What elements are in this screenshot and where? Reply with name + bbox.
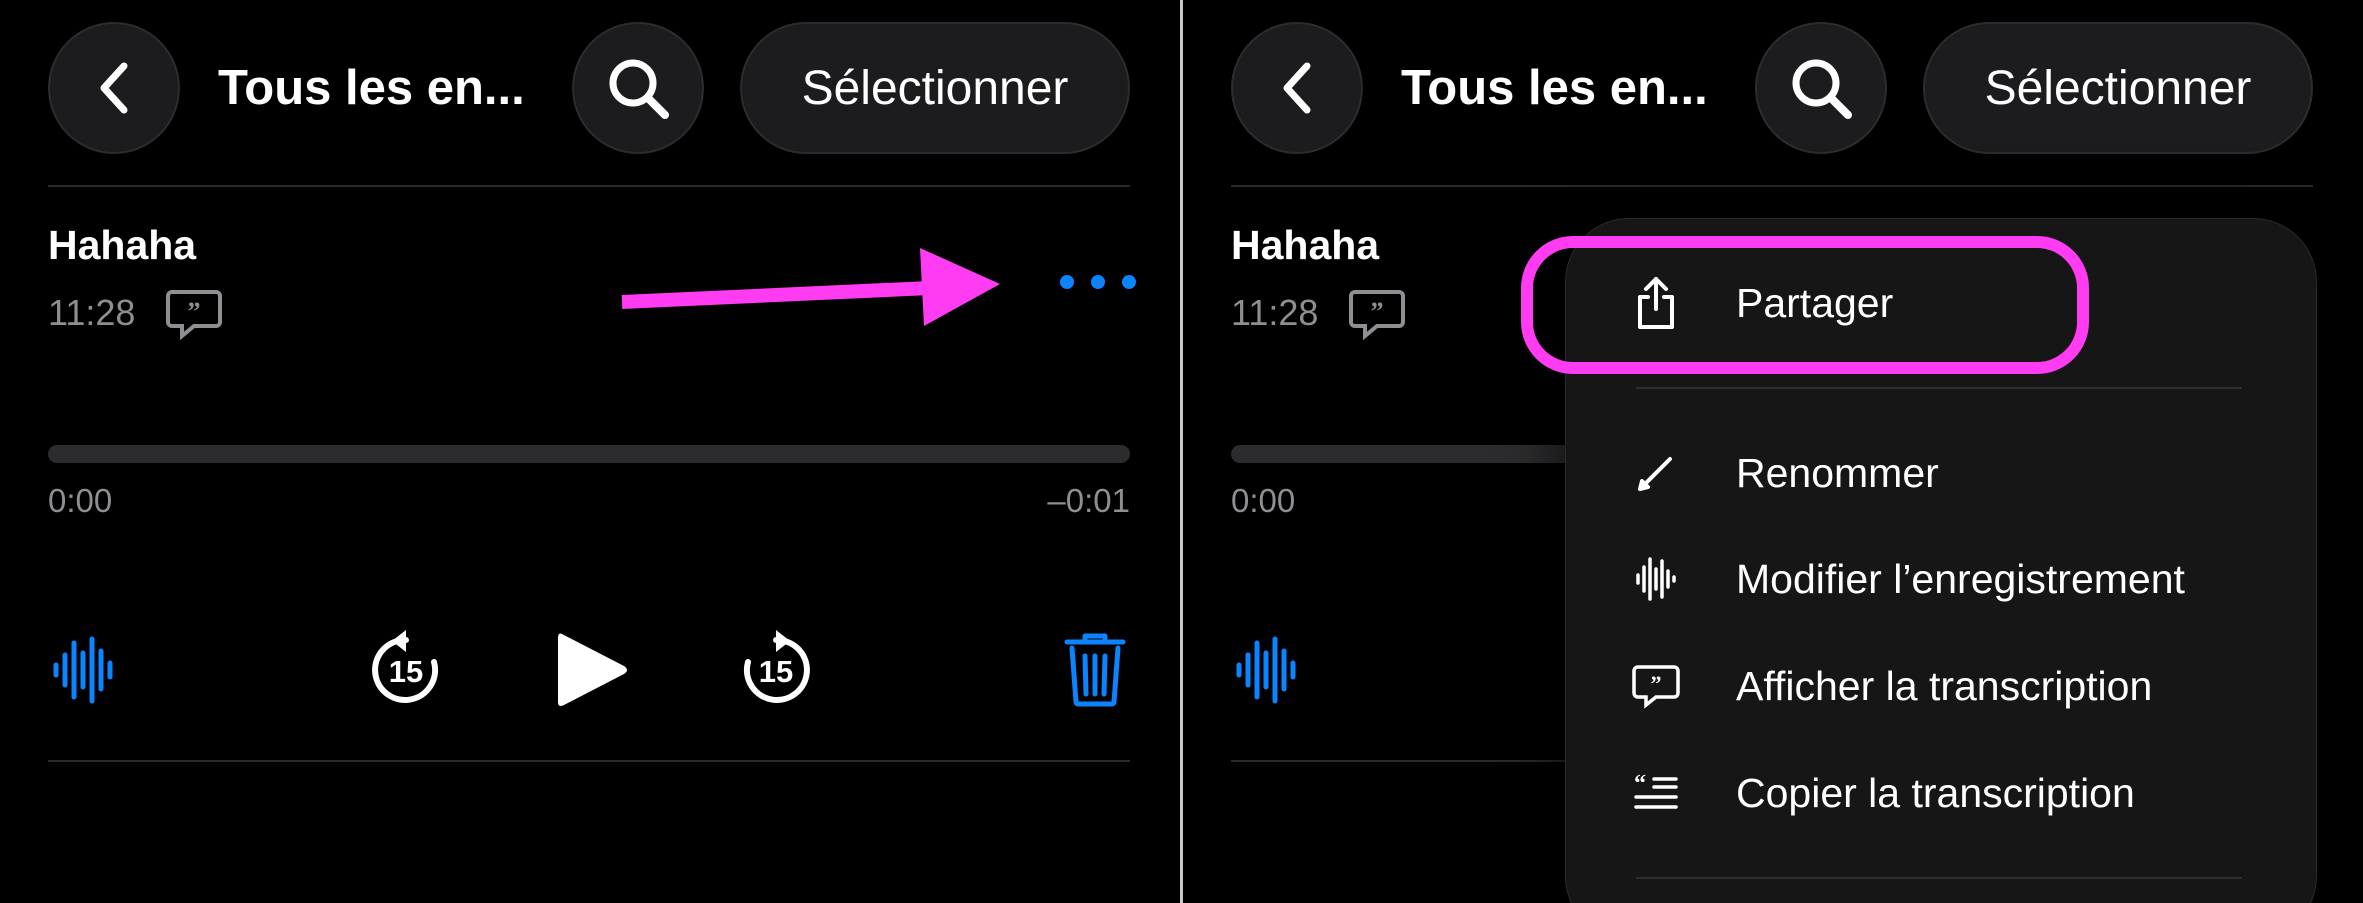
- chevron-left-icon: [100, 62, 128, 114]
- recording-time: 11:28: [48, 292, 136, 333]
- transcript-bubble-icon: ”: [1626, 656, 1686, 716]
- transcript-badge-icon: ”: [1349, 288, 1405, 345]
- copy-transcript-icon: “: [1626, 763, 1686, 823]
- playback-scrubber[interactable]: [48, 445, 1130, 463]
- waveform-icon: [1236, 636, 1296, 704]
- menu-item-edit-recording[interactable]: Modifier l’enregistrement: [1626, 539, 2185, 619]
- waveform-edit-button[interactable]: [50, 632, 120, 708]
- skip-back-button[interactable]: 15: [366, 630, 446, 710]
- chevron-left-icon: [1283, 62, 1311, 114]
- skip-forward-15-icon: 15: [743, 630, 810, 703]
- menu-item-label: Modifier l’enregistrement: [1736, 555, 2185, 602]
- skip-back-15-icon: 15: [372, 630, 439, 703]
- menu-item-label: Afficher la transcription: [1736, 662, 2153, 709]
- annotation-highlight: [1521, 236, 2089, 374]
- menu-item-copy-transcript[interactable]: “ Copier la transcription: [1626, 753, 2135, 833]
- svg-text:”: ”: [188, 297, 201, 326]
- pencil-icon: [1626, 443, 1686, 503]
- divider: [1231, 185, 2313, 187]
- transcript-badge-icon: ”: [166, 288, 222, 345]
- play-icon: [558, 633, 627, 706]
- menu-item-label: Renommer: [1736, 449, 1939, 496]
- svg-text:”: ”: [1651, 671, 1662, 696]
- divider: [48, 185, 1130, 187]
- select-button[interactable]: Sélectionner: [1923, 22, 2313, 154]
- trash-icon: [1064, 633, 1126, 707]
- search-button[interactable]: [572, 22, 704, 154]
- menu-separator: [1636, 877, 2242, 879]
- svg-text:15: 15: [759, 654, 793, 689]
- more-options-button[interactable]: [1060, 262, 1136, 302]
- menu-item-label: Copier la transcription: [1736, 769, 2135, 816]
- menu-item-show-transcript[interactable]: ” Afficher la transcription: [1626, 646, 2152, 726]
- page-title: Tous les en...: [1401, 61, 1708, 115]
- elapsed-time: 0:00: [48, 482, 113, 519]
- divider: [48, 760, 1130, 762]
- page-title: Tous les en...: [218, 61, 525, 115]
- menu-separator: [1636, 387, 2242, 389]
- svg-text:15: 15: [389, 654, 423, 689]
- left-panel: Tous les en... Sélectionner Hahaha 11:28…: [0, 0, 1180, 903]
- search-icon: [1792, 59, 1852, 119]
- skip-forward-button[interactable]: 15: [736, 630, 816, 710]
- recording-title: Hahaha: [1231, 222, 1380, 268]
- play-button[interactable]: [552, 626, 632, 714]
- recording-title: Hahaha: [48, 222, 197, 268]
- waveform-icon: [1626, 549, 1686, 609]
- svg-text:”: ”: [1371, 297, 1384, 326]
- more-dot: [1122, 275, 1136, 289]
- svg-text:“: “: [1634, 771, 1646, 797]
- elapsed-time: 0:00: [1231, 482, 1296, 519]
- delete-button[interactable]: [1060, 630, 1130, 710]
- back-button[interactable]: [1231, 22, 1363, 154]
- right-panel: Tous les en... Sélectionner Hahaha 11:28…: [1183, 0, 2363, 903]
- more-dot: [1091, 275, 1105, 289]
- search-icon: [609, 59, 669, 119]
- more-dot: [1060, 275, 1074, 289]
- select-button[interactable]: Sélectionner: [740, 22, 1130, 154]
- search-button[interactable]: [1755, 22, 1887, 154]
- waveform-icon: [53, 636, 113, 704]
- menu-item-rename[interactable]: Renommer: [1626, 433, 1939, 513]
- recording-time: 11:28: [1231, 292, 1319, 333]
- waveform-edit-button[interactable]: [1233, 632, 1303, 708]
- back-button[interactable]: [48, 22, 180, 154]
- remaining-time: –0:01: [1047, 482, 1130, 519]
